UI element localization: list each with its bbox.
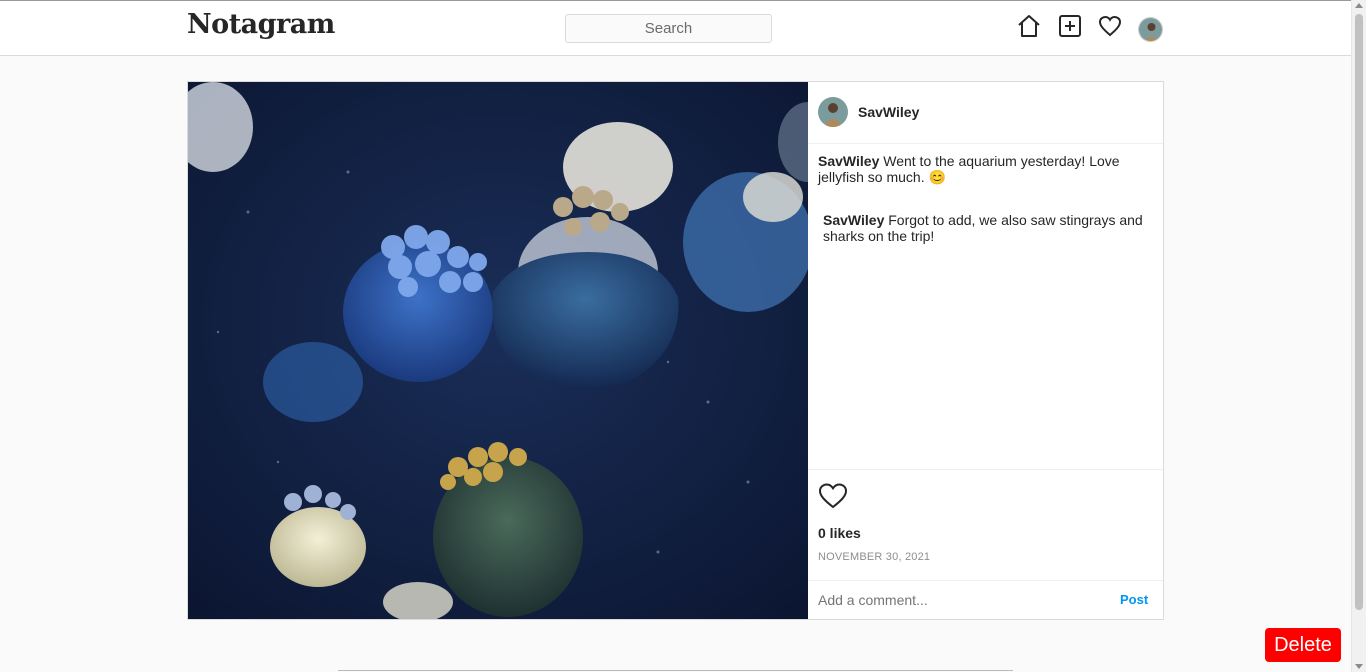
scroll-up-arrow[interactable] <box>1355 3 1363 8</box>
comment-item: SavWiley Forgot to add, we also saw stin… <box>823 212 1148 244</box>
post-comment-button[interactable]: Post <box>1120 592 1148 607</box>
footer-divider <box>338 670 1013 671</box>
scrollbar[interactable] <box>1351 0 1366 672</box>
post-card: SavWiley SavWiley Went to the aquarium y… <box>187 81 1164 620</box>
author-username[interactable]: SavWiley <box>858 104 919 120</box>
profile-avatar[interactable] <box>1138 17 1163 42</box>
post-image <box>188 82 808 619</box>
post-actions: 0 likes NOVEMBER 30, 2021 <box>808 469 1163 581</box>
scroll-thumb[interactable] <box>1355 14 1363 610</box>
add-comment-bar: Post <box>808 580 1163 619</box>
heart-icon[interactable] <box>1097 13 1123 39</box>
post-details: SavWiley SavWiley Went to the aquarium y… <box>808 82 1163 619</box>
author-avatar[interactable] <box>818 97 848 127</box>
search-input[interactable] <box>565 14 772 43</box>
top-navbar: Notagram <box>0 0 1351 56</box>
new-post-icon[interactable] <box>1057 13 1083 39</box>
comment-input[interactable] <box>818 590 1098 610</box>
post-caption: SavWiley Went to the aquarium yesterday!… <box>818 153 1163 185</box>
post-header: SavWiley <box>808 82 1163 144</box>
app-logo[interactable]: Notagram <box>187 9 335 40</box>
likes-count: 0 likes <box>818 525 861 541</box>
comment-username[interactable]: SavWiley <box>823 212 884 228</box>
delete-button[interactable]: Delete <box>1265 628 1341 662</box>
post-date: NOVEMBER 30, 2021 <box>818 551 931 563</box>
home-icon[interactable] <box>1016 13 1042 39</box>
caption-username[interactable]: SavWiley <box>818 153 879 169</box>
scroll-down-arrow[interactable] <box>1355 664 1363 669</box>
like-heart-icon[interactable] <box>818 482 848 510</box>
